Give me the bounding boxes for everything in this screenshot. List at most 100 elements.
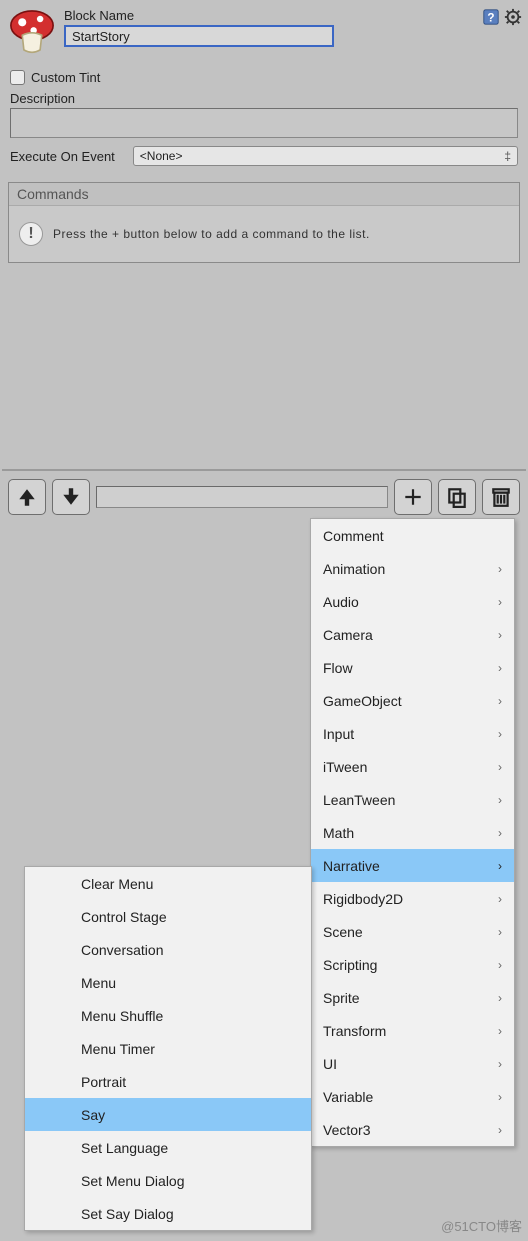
execute-event-value: <None> (140, 149, 183, 163)
chevron-right-icon: › (498, 595, 502, 609)
block-name-input[interactable] (64, 25, 334, 47)
menu-item-label: Input (323, 726, 354, 742)
move-up-button[interactable] (8, 479, 46, 515)
menu-item-label: Camera (323, 627, 373, 643)
add-command-button[interactable] (394, 479, 432, 515)
chevron-right-icon: › (498, 661, 502, 675)
chevron-right-icon: › (498, 892, 502, 906)
duplicate-button[interactable] (438, 479, 476, 515)
submenu-item[interactable]: Menu (25, 966, 311, 999)
menu-item[interactable]: Scene › (311, 915, 514, 948)
submenu-item-label: Menu Timer (81, 1041, 155, 1057)
move-down-button[interactable] (52, 479, 90, 515)
command-category-menu: CommentAnimation›Audio›Camera›Flow›GameO… (310, 518, 515, 1147)
chevron-right-icon: › (498, 793, 502, 807)
empty-area (0, 269, 528, 469)
submenu-item[interactable]: Set Menu Dialog (25, 1164, 311, 1197)
submenu-item[interactable]: Portrait (25, 1065, 311, 1098)
commands-title: Commands (9, 183, 519, 206)
menu-item[interactable]: Input› (311, 717, 514, 750)
description-label: Description (10, 91, 518, 106)
menu-item-label: LeanTween (323, 792, 395, 808)
commands-empty-text: Press the + button below to add a comman… (53, 227, 370, 241)
menu-item[interactable]: iTween › (311, 750, 514, 783)
chevron-right-icon: › (498, 1057, 502, 1071)
submenu-item[interactable]: Menu Shuffle (25, 999, 311, 1032)
chevron-right-icon: › (498, 628, 502, 642)
command-search-field[interactable] (96, 486, 388, 508)
submenu-item-label: Clear Menu (81, 876, 153, 892)
submenu-item-label: Conversation (81, 942, 164, 958)
menu-item-label: Sprite (323, 990, 360, 1006)
menu-item[interactable]: Vector3 › (311, 1113, 514, 1146)
description-input[interactable] (10, 108, 518, 138)
chevron-right-icon: › (498, 1090, 502, 1104)
custom-tint-label: Custom Tint (31, 70, 100, 85)
menu-item-label: Vector3 (323, 1122, 370, 1138)
watermark: @51CTO博客 (441, 1216, 522, 1235)
menu-item-label: Transform (323, 1023, 386, 1039)
menu-item-label: Narrative (323, 858, 380, 874)
menu-item[interactable]: UI › (311, 1047, 514, 1080)
chevron-right-icon: › (498, 1024, 502, 1038)
svg-text:?: ? (487, 12, 494, 25)
command-toolbar (0, 471, 528, 523)
submenu-item[interactable]: Conversation (25, 933, 311, 966)
submenu-item[interactable]: Menu Timer (25, 1032, 311, 1065)
menu-item-label: Math (323, 825, 354, 841)
execute-row: Execute On Event <None> (10, 146, 518, 166)
chevron-right-icon: › (498, 859, 502, 873)
menu-item-label: Audio (323, 594, 359, 610)
menu-item[interactable]: Animation› (311, 552, 514, 585)
help-icon[interactable]: ? (482, 8, 500, 26)
menu-item-label: iTween (323, 759, 367, 775)
chevron-right-icon: › (498, 760, 502, 774)
menu-item[interactable]: LeanTween › (311, 783, 514, 816)
chevron-right-icon: › (498, 991, 502, 1005)
submenu-item[interactable]: Set Say Dialog (25, 1197, 311, 1230)
custom-tint-checkbox[interactable] (10, 70, 25, 85)
fungus-icon (6, 6, 58, 58)
narrative-submenu: Clear Menu Control Stage Conversation Menu M… (24, 866, 312, 1231)
menu-item[interactable]: Variable› (311, 1080, 514, 1113)
execute-event-dropdown[interactable]: <None> (133, 146, 518, 166)
menu-item[interactable]: Comment (311, 519, 514, 552)
inspector-header: Block Name ? (0, 0, 528, 60)
block-name-label: Block Name (64, 8, 482, 23)
submenu-item-label: Portrait (81, 1074, 126, 1090)
submenu-item-label: Control Stage (81, 909, 167, 925)
submenu-item[interactable]: Clear Menu (25, 867, 311, 900)
menu-item-label: Scene (323, 924, 363, 940)
submenu-item[interactable]: Control Stage (25, 900, 311, 933)
submenu-item-label: Menu (81, 975, 116, 991)
chevron-right-icon: › (498, 1123, 502, 1137)
plus-icon (402, 486, 424, 508)
header-fields: Block Name (64, 4, 482, 47)
menu-item-label: UI (323, 1056, 337, 1072)
menu-item-label: Scripting (323, 957, 377, 973)
menu-item[interactable]: Sprite › (311, 981, 514, 1014)
menu-item-label: GameObject (323, 693, 402, 709)
gear-icon[interactable] (504, 8, 522, 26)
chevron-right-icon: › (498, 826, 502, 840)
trash-icon (490, 486, 512, 508)
menu-item[interactable]: Narrative › (311, 849, 514, 882)
execute-label: Execute On Event (10, 149, 115, 164)
menu-item[interactable]: Transform › (311, 1014, 514, 1047)
menu-item[interactable]: Flow› (311, 651, 514, 684)
menu-item[interactable]: Camera › (311, 618, 514, 651)
commands-panel: Commands ! Press the + button below to a… (8, 182, 520, 263)
menu-item[interactable]: Rigidbody2D› (311, 882, 514, 915)
menu-item[interactable]: GameObject › (311, 684, 514, 717)
menu-item[interactable]: Audio › (311, 585, 514, 618)
submenu-item[interactable]: Set Language (25, 1131, 311, 1164)
chevron-right-icon: › (498, 694, 502, 708)
menu-item[interactable]: Scripting› (311, 948, 514, 981)
delete-button[interactable] (482, 479, 520, 515)
chevron-right-icon: › (498, 925, 502, 939)
info-icon: ! (19, 222, 43, 246)
arrow-down-icon (60, 486, 82, 508)
submenu-item[interactable]: Say (25, 1098, 311, 1131)
menu-item[interactable]: Math › (311, 816, 514, 849)
copy-icon (446, 486, 468, 508)
